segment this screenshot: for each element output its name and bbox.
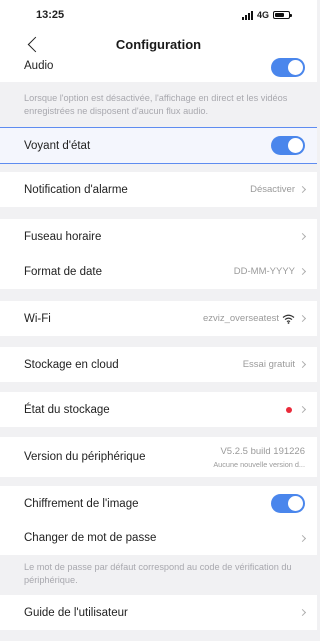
status-bar: 13:25 4G xyxy=(0,0,317,30)
nav-bar: Configuration xyxy=(0,30,317,60)
alarm-notification-label: Notification d'alarme xyxy=(24,183,128,196)
date-format-row[interactable]: Format de date DD-MM-YYYY xyxy=(0,254,317,289)
user-guide-row[interactable]: Guide de l'utilisateur xyxy=(0,595,317,630)
wifi-row[interactable]: Wi-Fi ezviz_overseatest xyxy=(0,301,317,336)
signal-icon xyxy=(241,10,253,20)
change-password-label: Changer de mot de passe xyxy=(24,532,157,544)
alarm-notification-row[interactable]: Notification d'alarme Désactiver xyxy=(0,172,317,207)
image-encryption-row: Chiffrement de l'image xyxy=(0,486,317,521)
storage-status-label: État du stockage xyxy=(24,403,110,416)
date-format-value-text: DD-MM-YYYY xyxy=(233,266,295,277)
network-label: 4G xyxy=(256,10,269,20)
status-light-toggle[interactable] xyxy=(271,136,305,155)
chevron-right-icon xyxy=(298,267,307,276)
cloud-storage-value: Essai gratuit xyxy=(242,359,307,370)
user-guide-label: Guide de l'utilisateur xyxy=(24,606,128,619)
alert-dot-icon xyxy=(286,406,292,413)
status-time: 13:25 xyxy=(36,9,65,21)
audio-toggle[interactable] xyxy=(271,58,305,77)
chevron-right-icon xyxy=(298,360,307,369)
device-version-update-status: Aucune nouvelle version d... xyxy=(213,459,305,469)
wifi-icon xyxy=(282,314,295,324)
wifi-value: ezviz_overseatest xyxy=(202,313,307,324)
cloud-storage-value-text: Essai gratuit xyxy=(242,359,295,370)
audio-label: Audio xyxy=(24,60,54,72)
timezone-row[interactable]: Fuseau horaire xyxy=(0,219,317,254)
page-title: Configuration xyxy=(115,37,202,52)
chevron-right-icon xyxy=(298,405,307,414)
alarm-notification-value-text: Désactiver xyxy=(250,184,295,195)
storage-status-row[interactable]: État du stockage xyxy=(0,392,317,427)
timezone-label: Fuseau horaire xyxy=(24,230,102,243)
password-note: Le mot de passe par défaut correspond au… xyxy=(0,561,317,587)
status-indicators: 4G xyxy=(241,10,292,20)
chevron-right-icon xyxy=(298,232,307,241)
cloud-storage-row[interactable]: Stockage en cloud Essai gratuit xyxy=(0,347,317,382)
device-version-value: V5.2.5 build 191226 Aucune nouvelle vers… xyxy=(213,446,305,469)
device-version-label: Version du périphérique xyxy=(24,451,146,463)
audio-note: Lorsque l'option est désactivée, l'affic… xyxy=(0,92,317,118)
change-password-row[interactable]: Changer de mot de passe xyxy=(0,521,317,555)
device-version-number: V5.2.5 build 191226 xyxy=(220,445,305,457)
image-encryption-toggle[interactable] xyxy=(271,494,305,513)
chevron-right-icon xyxy=(298,608,307,617)
chevron-right-icon xyxy=(298,534,307,542)
wifi-label: Wi-Fi xyxy=(24,312,51,325)
chevron-right-icon xyxy=(298,314,307,323)
wifi-value-text: ezviz_overseatest xyxy=(202,313,279,324)
image-encryption-label: Chiffrement de l'image xyxy=(24,497,139,510)
status-light-row: Voyant d'état xyxy=(0,127,317,164)
device-version-row[interactable]: Version du périphérique V5.2.5 build 191… xyxy=(0,437,317,477)
battery-icon xyxy=(273,11,292,19)
date-format-value: DD-MM-YYYY xyxy=(233,266,307,277)
storage-status-value xyxy=(286,405,307,414)
status-light-label: Voyant d'état xyxy=(24,139,91,152)
alarm-notification-value: Désactiver xyxy=(250,184,307,195)
chevron-right-icon xyxy=(298,185,307,194)
date-format-label: Format de date xyxy=(24,265,102,278)
change-password-value xyxy=(298,534,307,542)
user-guide-value xyxy=(298,608,307,617)
timezone-value xyxy=(298,232,307,241)
audio-row: Audio xyxy=(0,58,317,82)
cloud-storage-label: Stockage en cloud xyxy=(24,358,119,371)
